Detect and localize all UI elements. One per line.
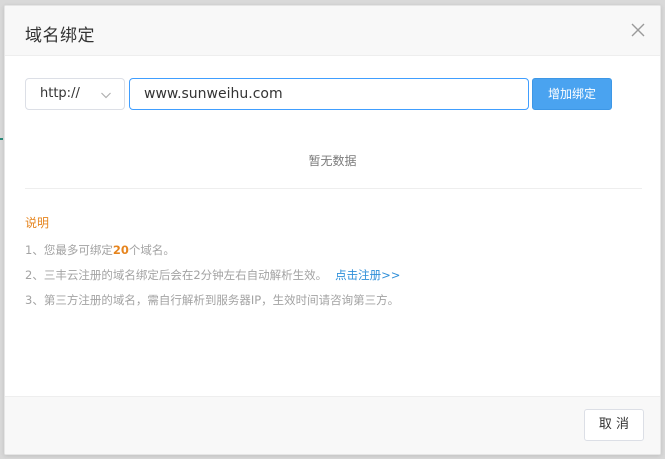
note-line-1-count: 20: [112, 243, 129, 257]
notes-title: 说明: [25, 216, 50, 230]
note-line-1-suffix: 个域名。: [128, 243, 175, 257]
protocol-select-value: http://: [40, 86, 80, 101]
dialog-title: 域名绑定: [25, 26, 95, 46]
empty-data-text: 暂无数据: [308, 154, 357, 168]
notes-section: 说明 1、您最多可绑定20个域名。 2、三丰云注册的域名绑定后会在2分钟左右自动…: [25, 214, 400, 313]
cancel-button[interactable]: 取 消: [584, 409, 644, 441]
dialog-header: 域名绑定: [5, 6, 660, 56]
domain-binding-dialog: 域名绑定 http:// 增加绑定 暂无数据 说明 1、您最多可绑定20个域名。…: [4, 5, 661, 455]
note-line-3: 3、第三方注册的域名，需自行解析到服务器IP，生效时间请咨询第三方。: [25, 288, 400, 313]
note-line-1-prefix: 1、您最多可绑定: [25, 243, 113, 257]
add-binding-button[interactable]: 增加绑定: [532, 78, 612, 110]
note-line-2: 2、三丰云注册的域名绑定后会在2分钟左右自动解析生效。 点击注册>>: [25, 263, 400, 288]
chevron-down-icon: [101, 92, 111, 99]
note-line-3-text: 3、第三方注册的域名，需自行解析到服务器IP，生效时间请咨询第三方。: [25, 293, 400, 307]
note-line-2-text: 2、三丰云注册的域名绑定后会在2分钟左右自动解析生效。: [25, 268, 328, 282]
domain-input[interactable]: [129, 78, 529, 110]
register-link[interactable]: 点击注册>>: [335, 268, 400, 282]
backdrop-edge-mark: [0, 138, 3, 140]
dialog-footer: 取 消: [5, 396, 660, 454]
content-divider: [25, 188, 642, 189]
protocol-select[interactable]: http://: [25, 78, 125, 110]
close-icon: [631, 23, 645, 37]
note-line-1: 1、您最多可绑定20个域名。: [25, 238, 400, 263]
close-button[interactable]: [630, 22, 646, 38]
